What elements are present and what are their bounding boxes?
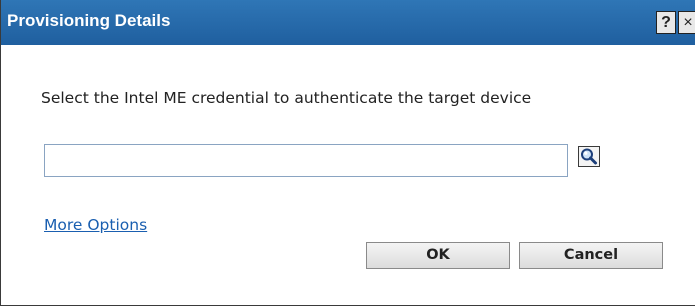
help-button[interactable]: ? <box>656 11 676 34</box>
close-button[interactable]: × <box>678 11 695 34</box>
dialog-title: Provisioning Details <box>7 11 171 30</box>
credential-prompt: Select the Intel ME credential to authen… <box>41 89 532 107</box>
provisioning-details-dialog: Provisioning Details ? × Select the Inte… <box>0 0 695 306</box>
ok-button[interactable]: OK <box>366 242 510 269</box>
cancel-button[interactable]: Cancel <box>519 242 663 269</box>
dialog-titlebar: Provisioning Details ? × <box>1 0 695 45</box>
more-options-link[interactable]: More Options <box>44 216 147 234</box>
browse-credential-button[interactable] <box>578 146 600 167</box>
search-icon <box>581 148 597 165</box>
credential-input[interactable] <box>44 144 568 177</box>
